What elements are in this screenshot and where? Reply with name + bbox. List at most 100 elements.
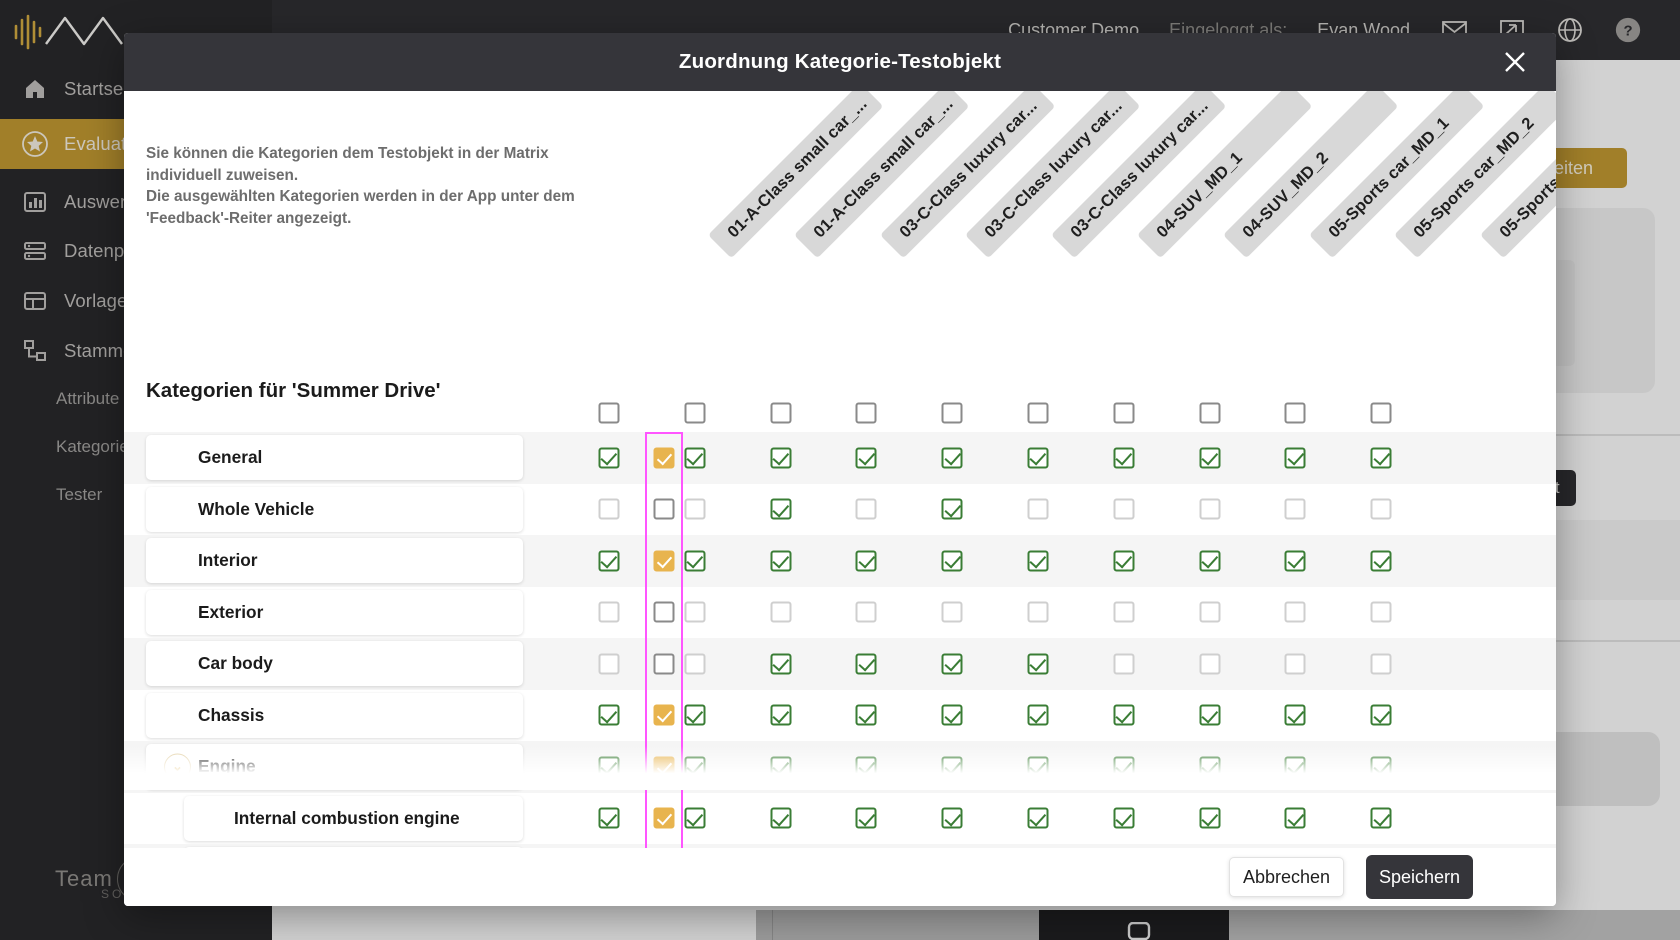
matrix-cell-checkbox[interactable] [855,550,877,572]
matrix-cell-checkbox[interactable] [1113,498,1135,520]
category-row-label[interactable]: Interior [146,538,523,583]
column-select-all-checkbox[interactable] [941,402,963,424]
column-select-all-checkbox[interactable] [684,402,706,424]
matrix-cell-checkbox[interactable] [855,498,877,520]
matrix-cell-checkbox[interactable] [598,807,620,829]
matrix-cell-checkbox[interactable] [855,653,877,675]
matrix-cell-checkbox[interactable] [855,807,877,829]
matrix-cell-checkbox[interactable] [1284,807,1306,829]
cancel-button[interactable]: Abbrechen [1229,857,1344,897]
matrix-cell-checkbox[interactable] [1027,550,1049,572]
matrix-cell-checkbox[interactable] [1199,498,1221,520]
checkbox-icon [1370,601,1392,623]
row-select-all-checkbox[interactable] [653,653,675,675]
category-row-label[interactable]: Exterior [146,589,523,635]
column-select-all-checkbox[interactable] [1113,402,1135,424]
row-select-all-checkbox[interactable] [653,498,675,520]
matrix-cell-checkbox[interactable] [684,653,706,675]
matrix-column-header[interactable]: 05-Sports car_MD_2 [1394,91,1556,259]
matrix-cell-checkbox[interactable] [1370,550,1392,572]
matrix-cell-checkbox[interactable] [770,704,792,726]
matrix-cell-checkbox[interactable] [941,807,963,829]
matrix-cell-checkbox[interactable] [1370,704,1392,726]
column-select-all-checkbox[interactable] [1370,402,1392,424]
matrix-cell-checkbox[interactable] [684,704,706,726]
matrix-cell-checkbox[interactable] [1370,498,1392,520]
matrix-cell-checkbox[interactable] [1284,498,1306,520]
matrix-cell-checkbox[interactable] [1284,550,1306,572]
category-row-label[interactable]: General [146,435,523,480]
matrix-cell-checkbox[interactable] [1113,704,1135,726]
save-button[interactable]: Speichern [1366,855,1473,899]
matrix-cell-checkbox[interactable] [1199,601,1221,623]
matrix-cell-checkbox[interactable] [1370,653,1392,675]
matrix-cell-checkbox[interactable] [1113,653,1135,675]
matrix-cell-checkbox[interactable] [598,498,620,520]
matrix-cell-checkbox[interactable] [1199,807,1221,829]
matrix-cell-checkbox[interactable] [1284,447,1306,469]
matrix-cell-checkbox[interactable] [1027,498,1049,520]
row-select-all-checkbox[interactable] [653,550,675,572]
matrix-cell-checkbox[interactable] [1284,653,1306,675]
column-select-all-checkbox[interactable] [855,402,877,424]
matrix-cell-checkbox[interactable] [855,601,877,623]
matrix-cell-checkbox[interactable] [941,498,963,520]
matrix-cell-checkbox[interactable] [855,704,877,726]
row-select-all-checkbox[interactable] [653,704,675,726]
matrix-cell-checkbox[interactable] [941,447,963,469]
column-select-all-checkbox[interactable] [770,402,792,424]
matrix-cell-checkbox[interactable] [1027,601,1049,623]
column-select-all-checkbox[interactable] [1284,402,1306,424]
matrix-cell-checkbox[interactable] [1027,807,1049,829]
matrix-cell-checkbox[interactable] [941,653,963,675]
category-row-label[interactable]: Chassis [146,692,523,738]
matrix-cell-checkbox[interactable] [770,807,792,829]
column-select-all-checkbox[interactable] [1027,402,1049,424]
category-row-label[interactable]: Whole Vehicle [146,486,523,532]
matrix-cell-checkbox[interactable] [598,704,620,726]
matrix-cell-checkbox[interactable] [1113,807,1135,829]
matrix-cell-checkbox[interactable] [1113,447,1135,469]
category-row-label[interactable]: Internal combustion engine [184,795,523,841]
matrix-cell-checkbox[interactable] [598,601,620,623]
matrix-cell-checkbox[interactable] [1027,704,1049,726]
matrix-cell-checkbox[interactable] [684,447,706,469]
matrix-cell-checkbox[interactable] [770,601,792,623]
matrix-cell-checkbox[interactable] [1199,704,1221,726]
matrix-cell-checkbox[interactable] [1199,447,1221,469]
column-select-all-checkbox[interactable] [1199,402,1221,424]
checkbox-icon [1370,447,1392,469]
row-select-all-checkbox[interactable] [653,447,675,469]
category-row-label[interactable]: Car body [146,641,523,686]
matrix-cell-checkbox[interactable] [770,498,792,520]
matrix-cell-checkbox[interactable] [770,447,792,469]
matrix-cell-checkbox[interactable] [1284,704,1306,726]
matrix-cell-checkbox[interactable] [770,653,792,675]
matrix-cell-checkbox[interactable] [855,447,877,469]
matrix-cell-checkbox[interactable] [1199,550,1221,572]
matrix-cell-checkbox[interactable] [941,704,963,726]
matrix-cell-checkbox[interactable] [1284,601,1306,623]
matrix-cell-checkbox[interactable] [598,447,620,469]
matrix-cell-checkbox[interactable] [941,601,963,623]
column-select-all-checkbox[interactable] [598,402,620,424]
matrix-cell-checkbox[interactable] [598,550,620,572]
matrix-cell-checkbox[interactable] [1370,807,1392,829]
matrix-cell-checkbox[interactable] [1113,550,1135,572]
matrix-cell-checkbox[interactable] [684,807,706,829]
matrix-cell-checkbox[interactable] [598,653,620,675]
matrix-cell-checkbox[interactable] [1027,653,1049,675]
close-icon[interactable] [1498,45,1532,79]
row-select-all-checkbox[interactable] [653,601,675,623]
matrix-cell-checkbox[interactable] [1113,601,1135,623]
matrix-cell-checkbox[interactable] [1370,447,1392,469]
matrix-cell-checkbox[interactable] [770,550,792,572]
row-select-all-checkbox[interactable] [653,807,675,829]
matrix-cell-checkbox[interactable] [941,550,963,572]
matrix-cell-checkbox[interactable] [684,601,706,623]
matrix-cell-checkbox[interactable] [1199,653,1221,675]
matrix-cell-checkbox[interactable] [1027,447,1049,469]
matrix-cell-checkbox[interactable] [684,550,706,572]
matrix-cell-checkbox[interactable] [684,498,706,520]
matrix-cell-checkbox[interactable] [1370,601,1392,623]
